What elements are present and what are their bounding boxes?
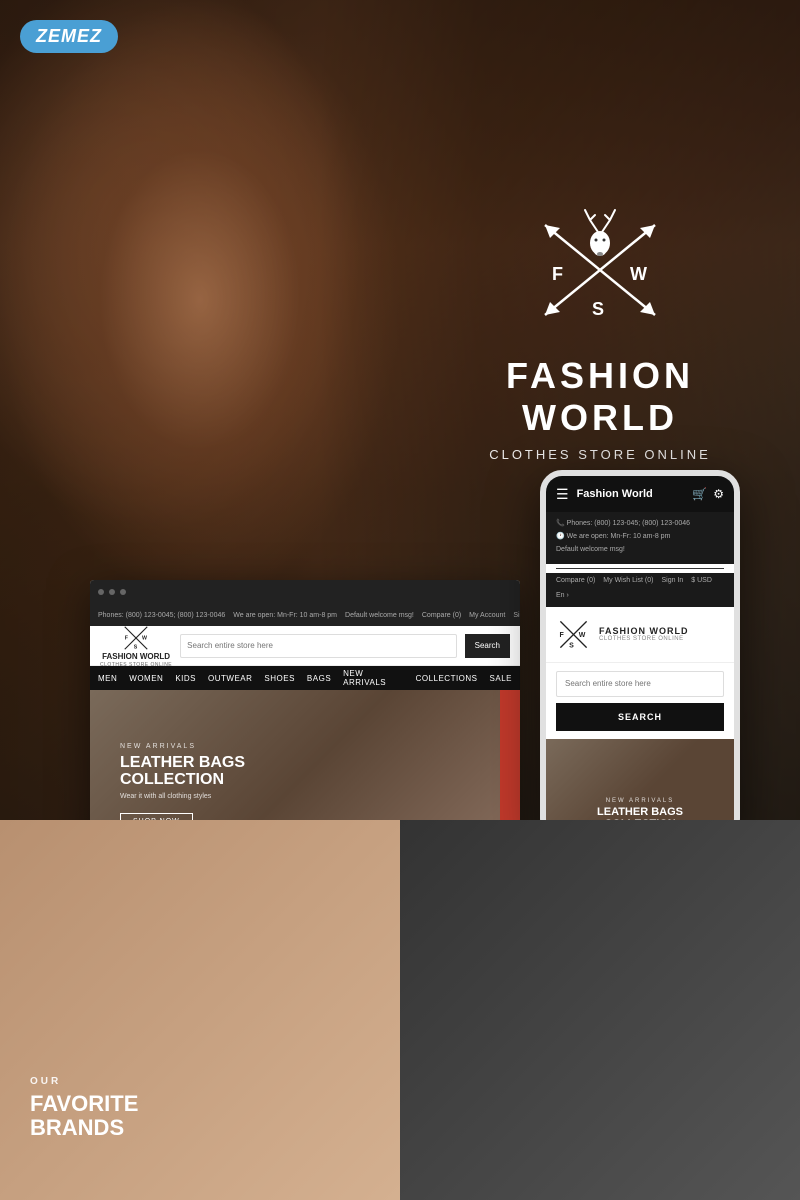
store-logo-sub: CLOTHES STORE ONLINE: [100, 662, 172, 668]
store-search-bar[interactable]: [180, 634, 456, 658]
bottom-text-overlay: OUR FAVORITEBRANDS: [30, 1076, 138, 1140]
svg-text:W: W: [142, 636, 147, 642]
brand-name: FASHION WORLD: [460, 355, 740, 439]
hero-label: NEW ARRIVALS: [120, 743, 245, 750]
store-search-button[interactable]: Search: [465, 634, 510, 658]
content-red-strip: [500, 690, 520, 820]
store-hero-content: NEW ARRIVALS LEATHER BAGSCOLLECTION Wear…: [90, 690, 520, 820]
store-nav-bar: Men Women Kids Outwear Shoes Bags New Ar…: [90, 666, 520, 690]
brand-logo-icon: F W S: [520, 200, 680, 340]
svg-text:F: F: [560, 632, 565, 639]
shop-now-button[interactable]: Shop Now: [120, 813, 193, 820]
nav-item-new-arrivals[interactable]: New Arrivals: [343, 669, 403, 687]
mobile-currency[interactable]: $ USD: [691, 577, 712, 584]
mobile-links: Compare (0) My Wish List (0) Sign In $ U…: [546, 573, 734, 607]
svg-text:S: S: [592, 299, 604, 319]
mobile-compare[interactable]: Compare (0): [556, 577, 595, 584]
brand-tagline: CLOTHES STORE ONLINE: [460, 447, 740, 462]
svg-text:W: W: [579, 632, 586, 639]
nav-item-collections[interactable]: Collections: [416, 674, 478, 683]
browser-dot-yellow: [109, 589, 115, 595]
mobile-mockup: ☰ Fashion World 🛒 ⚙ 📞 Phones: (800) 123-…: [540, 470, 740, 820]
mobile-brand-label: Fashion World: [577, 488, 685, 500]
mobile-topbar: 📞 Phones: (800) 123-045; (800) 123-0046 …: [546, 512, 734, 564]
store-logo-svg: F W S: [121, 623, 151, 653]
mobile-search-input[interactable]: [556, 671, 724, 697]
mobile-hours-line: 🕐 We are open: Mn-Fr: 10 am-8 pm: [556, 531, 724, 542]
desktop-mockup: Phones: (800) 123-0045; (800) 123-0046 W…: [90, 580, 520, 820]
svg-text:S: S: [569, 642, 574, 649]
mobile-search-area: Search: [546, 663, 734, 739]
mobile-hero-content: NEW ARRIVALS LEATHER BAGSCOLLECTION Wear…: [546, 739, 734, 820]
nav-item-men[interactable]: Men: [98, 674, 117, 683]
logo-area: F W S FASHION WORLD CLOTHES STORE ONLINE: [460, 200, 740, 462]
nav-item-bags[interactable]: Bags: [307, 674, 331, 683]
hero-section: ZEMEZ: [0, 0, 800, 820]
hero-subtitle: Wear it with all clothing styles: [120, 793, 245, 800]
topbar-welcome: Default welcome msg!: [345, 612, 414, 619]
bottom-label: OUR: [30, 1076, 138, 1087]
mobile-store-header: F W S FASHION WORLD CLOTHES STORE ONLINE: [546, 607, 734, 663]
mobile-header-icons: 🛒 ⚙: [692, 487, 724, 501]
mobile-store-name: FASHION WORLD: [599, 626, 689, 636]
topbar-signin: Sign In: [513, 612, 520, 619]
topbar-phone: Phones: (800) 123-0045; (800) 123-0046: [98, 612, 225, 619]
store-search-input[interactable]: [187, 641, 449, 650]
bottom-bg: OUR FAVORITEBRANDS: [0, 820, 800, 1200]
mobile-search-button[interactable]: Search: [556, 703, 724, 731]
mobile-signin[interactable]: Sign In: [661, 577, 683, 584]
browser-dot-red: [98, 589, 104, 595]
bottom-section: OUR FAVORITEBRANDS: [0, 820, 800, 1200]
store-logo-text: FASHION WORLD: [102, 653, 170, 662]
mobile-hero-title: LEATHER BAGSCOLLECTION: [555, 806, 724, 820]
mobile-welcome-line: Default welcome msg!: [556, 544, 724, 555]
mobile-wishlist[interactable]: My Wish List (0): [603, 577, 653, 584]
mobile-phone-text: 📞 Phones: (800) 123-045; (800) 123-0046: [556, 518, 690, 529]
mobile-brand-info: FASHION WORLD CLOTHES STORE ONLINE: [599, 626, 689, 642]
zemez-badge: ZEMEZ: [20, 20, 118, 53]
mobile-inner: ☰ Fashion World 🛒 ⚙ 📞 Phones: (800) 123-…: [546, 476, 734, 820]
topbar-hours: We are open: Mn-Fr: 10 am-8 pm: [233, 612, 337, 619]
mobile-lang[interactable]: En ›: [556, 592, 569, 599]
mobile-hours-text: 🕐 We are open: Mn-Fr: 10 am-8 pm: [556, 531, 670, 542]
store-header: F W S FASHION WORLD CLOTHES STORE ONLINE…: [90, 626, 520, 666]
mobile-store-sub: CLOTHES STORE ONLINE: [599, 636, 689, 642]
bottom-title: FAVORITEBRANDS: [30, 1092, 138, 1140]
topbar-account: My Account: [469, 612, 505, 619]
content-text: NEW ARRIVALS LEATHER BAGSCOLLECTION Wear…: [120, 743, 245, 820]
browser-dot-green: [120, 589, 126, 595]
svg-text:F: F: [125, 636, 129, 642]
svg-text:F: F: [552, 264, 563, 284]
topbar-compare: Compare (0): [422, 612, 461, 619]
svg-text:S: S: [134, 645, 138, 651]
mobile-logo-svg: F W S: [556, 617, 591, 652]
mobile-hero-label: NEW ARRIVALS: [555, 798, 724, 804]
mobile-gear-icon[interactable]: ⚙: [713, 487, 724, 501]
mobile-divider: [556, 568, 724, 569]
svg-text:W: W: [630, 264, 647, 284]
bottom-right-panel: [400, 820, 800, 1200]
nav-item-kids[interactable]: Kids: [175, 674, 196, 683]
mobile-phone-line: 📞 Phones: (800) 123-045; (800) 123-0046: [556, 518, 724, 529]
nav-item-women[interactable]: Women: [129, 674, 163, 683]
bottom-left-panel: OUR FAVORITEBRANDS: [0, 820, 400, 1200]
nav-item-shoes[interactable]: Shoes: [264, 674, 295, 683]
browser-bar: [90, 580, 520, 604]
nav-item-sale[interactable]: Sale: [490, 674, 512, 683]
nav-item-outwear[interactable]: Outwear: [208, 674, 252, 683]
hero-title: LEATHER BAGSCOLLECTION: [120, 754, 245, 789]
hamburger-icon[interactable]: ☰: [556, 486, 569, 503]
store-logo-small: F W S FASHION WORLD CLOTHES STORE ONLINE: [100, 623, 172, 668]
mobile-welcome-text: Default welcome msg!: [556, 544, 625, 555]
mobile-content-text: NEW ARRIVALS LEATHER BAGSCOLLECTION Wear…: [555, 798, 724, 820]
mobile-cart-icon[interactable]: 🛒: [692, 487, 707, 501]
mobile-header: ☰ Fashion World 🛒 ⚙: [546, 476, 734, 512]
